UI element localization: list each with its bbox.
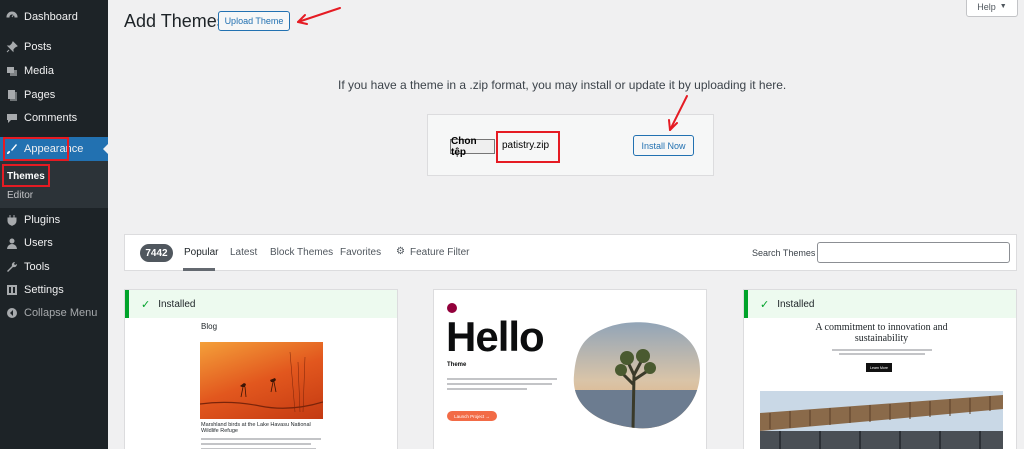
collapse-menu-button[interactable]: Collapse Menu: [0, 302, 108, 324]
tab-feature-filter[interactable]: Feature Filter: [410, 247, 469, 258]
sidebar-item-plugins[interactable]: Plugins: [0, 209, 108, 231]
launch-project-button: Launch Project →: [447, 411, 497, 421]
learn-more-button: Learn More: [866, 363, 892, 372]
theme-card[interactable]: Hello Theme Launch Project →: [433, 289, 707, 449]
current-menu-notch: [103, 143, 109, 155]
install-now-button[interactable]: Install Now: [633, 135, 694, 156]
placeholder-text-line: [447, 383, 552, 385]
sidebar-item-label: Collapse Menu: [24, 307, 98, 319]
sidebar-item-settings[interactable]: Settings: [0, 279, 108, 301]
comment-icon: [6, 112, 18, 124]
theme-subheading: Theme: [447, 362, 467, 368]
settings-icon: [6, 284, 18, 296]
sidebar-item-posts[interactable]: Posts: [0, 36, 108, 58]
media-icon: [6, 65, 18, 77]
installed-label: Installed: [158, 298, 196, 310]
placeholder-text-line: [839, 353, 925, 355]
sidebar-item-users[interactable]: Users: [0, 232, 108, 254]
plugin-icon: [6, 214, 18, 226]
pin-icon: [6, 41, 18, 53]
tab-latest[interactable]: Latest: [230, 247, 257, 258]
gear-icon: ⚙: [396, 246, 405, 257]
active-tab-indicator: [183, 268, 215, 271]
theme-filter-bar: 7442 Popular Latest Block Themes Favorit…: [124, 234, 1017, 271]
wrench-icon: [6, 261, 18, 273]
theme-card[interactable]: ✓ Installed Blog Marshland birds at the …: [124, 289, 398, 449]
sidebar-item-pages[interactable]: Pages: [0, 84, 108, 106]
sidebar-item-label: Posts: [24, 41, 52, 53]
search-themes-input[interactable]: [817, 242, 1010, 263]
card-preview-heading: Blog: [201, 322, 218, 331]
pages-icon: [6, 89, 18, 101]
card-preview-post-title: Marshland birds at the Lake Havasu Natio…: [201, 422, 311, 434]
placeholder-text-line: [201, 443, 311, 445]
card-preview-headline: A commitment to innovation and sustainab…: [815, 322, 948, 344]
theme-count-badge: 7442: [140, 244, 173, 262]
installed-label: Installed: [777, 298, 815, 310]
sidebar-item-label: Users: [24, 237, 53, 249]
page-title: Add Themes: [124, 11, 226, 31]
submenu-item-editor[interactable]: Editor: [7, 190, 33, 201]
checkmark-icon: ✓: [760, 298, 770, 311]
sidebar-item-label: Comments: [24, 112, 78, 124]
tab-block-themes[interactable]: Block Themes: [270, 247, 333, 258]
upload-form: Chon tệp patistry.zip Install Now: [427, 114, 714, 176]
sidebar-item-label: Pages: [24, 89, 56, 101]
checkmark-icon: ✓: [141, 298, 151, 311]
brush-icon: [6, 143, 18, 155]
architecture-image: [760, 391, 1003, 449]
sidebar-item-label: Plugins: [24, 214, 61, 226]
sidebar-item-label: Tools: [24, 261, 50, 273]
joshua-tree-image: [573, 322, 701, 429]
sidebar-item-label: Appearance: [24, 143, 84, 155]
upload-theme-button[interactable]: Upload Theme: [218, 11, 290, 31]
hello-headline: Hello: [446, 313, 545, 360]
caret-down-icon: ▼: [999, 3, 1007, 10]
appearance-submenu: Themes Editor: [0, 161, 108, 208]
tab-popular[interactable]: Popular: [184, 247, 218, 258]
sidebar-item-media[interactable]: Media: [0, 60, 108, 82]
installed-notice: ✓ Installed: [744, 290, 1016, 318]
submenu-item-themes[interactable]: Themes: [7, 171, 45, 182]
collapse-icon: [6, 307, 18, 319]
arrow-to-upload-theme: [297, 7, 341, 23]
upload-help-text: If you have a theme in a .zip format, yo…: [338, 78, 787, 92]
tab-favorites[interactable]: Favorites: [340, 247, 381, 258]
sidebar-item-label: Settings: [24, 284, 64, 296]
help-button[interactable]: Help ▼: [966, 0, 1018, 17]
sidebar-item-comments[interactable]: Comments: [0, 107, 108, 129]
sunset-birds-image: [199, 342, 324, 419]
elementor-logo-icon: [447, 303, 457, 313]
sidebar-item-label: Media: [24, 65, 54, 77]
placeholder-text-line: [201, 438, 321, 440]
choose-file-button[interactable]: Chon tệp: [450, 136, 495, 158]
dashboard-icon: [6, 11, 18, 23]
users-icon: [6, 237, 18, 249]
sidebar-item-dashboard[interactable]: Dashboard: [0, 6, 108, 28]
sidebar-item-tools[interactable]: Tools: [0, 256, 108, 278]
sidebar-item-label: Dashboard: [24, 11, 78, 23]
placeholder-text-line: [447, 388, 527, 390]
selected-file-name: patistry.zip: [502, 140, 550, 151]
help-label: Help: [977, 1, 996, 12]
placeholder-text-line: [832, 349, 932, 351]
sidebar-item-appearance[interactable]: Appearance: [0, 137, 108, 161]
theme-card[interactable]: ✓ Installed A commitment to innovation a…: [743, 289, 1017, 449]
installed-notice: ✓ Installed: [125, 290, 397, 318]
admin-sidebar: Dashboard Posts Media Pages Comments App…: [0, 0, 108, 449]
placeholder-text-line: [447, 378, 557, 380]
search-themes-label: Search Themes: [752, 248, 816, 258]
